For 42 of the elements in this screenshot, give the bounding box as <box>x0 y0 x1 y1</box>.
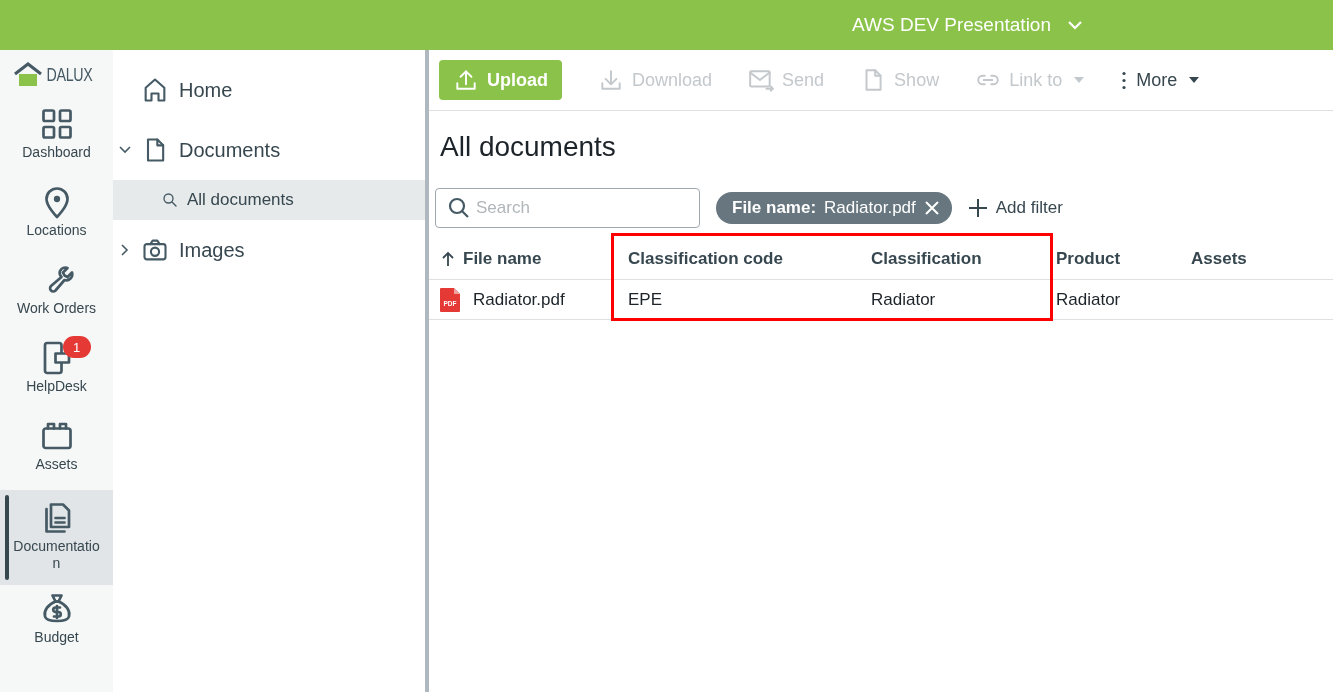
tree-item[interactable]: Home <box>113 60 425 120</box>
tree-label: Documents <box>179 138 281 163</box>
plus-icon <box>967 198 988 218</box>
tree-item[interactable]: Documents <box>113 120 425 180</box>
tree-item[interactable]: All documents <box>113 180 425 220</box>
more-button[interactable]: More <box>1108 60 1212 100</box>
logo-house-icon <box>13 62 43 88</box>
column-header[interactable]: Product <box>1048 245 1183 272</box>
page-title: All documents <box>440 130 616 164</box>
notification-badge: 1 <box>62 336 91 358</box>
search-icon <box>161 191 179 209</box>
filter-chip[interactable]: File name: Radiator.pdf <box>716 192 952 224</box>
mail-send-icon <box>748 67 775 93</box>
rail-item[interactable]: Budget <box>0 585 113 663</box>
tree-label: All documents <box>187 189 294 212</box>
table-cell-text: Radiator <box>871 288 936 311</box>
table-cell-text: EPE <box>628 288 663 311</box>
rail-item[interactable]: Assets <box>0 412 113 490</box>
file-name-link[interactable]: Radiator.pdf <box>473 286 565 313</box>
more-icon <box>1120 69 1129 91</box>
tree-item[interactable]: Images <box>113 220 425 280</box>
column-header[interactable]: Classification <box>863 245 1048 272</box>
rail-item[interactable]: 1 HelpDesk <box>0 334 113 412</box>
filter-value: Radiator.pdf <box>824 197 916 220</box>
search-icon <box>447 196 471 220</box>
rail-item[interactable]: Documentation <box>0 490 113 585</box>
rail-item[interactable]: Locations <box>0 178 113 256</box>
table-cell-text: Radiator <box>1056 288 1121 311</box>
column-header[interactable]: File name <box>429 245 620 272</box>
close-icon[interactable] <box>923 200 940 216</box>
add-filter-button[interactable]: Add filter <box>967 195 1063 221</box>
column-header[interactable]: Assets <box>1183 245 1323 272</box>
tree-label: Home <box>179 78 233 103</box>
tree-label: Images <box>179 238 245 263</box>
rail-item[interactable]: Dashboard <box>0 100 113 178</box>
rail-item[interactable]: Work Orders <box>0 256 113 334</box>
column-header[interactable]: Classification code <box>620 245 863 272</box>
filter-key: File name: <box>732 195 817 221</box>
search-field[interactable]: Search <box>435 188 700 228</box>
upload-icon <box>453 67 479 93</box>
logo-text: DALUX <box>46 62 93 87</box>
chevron-down-icon <box>1067 20 1083 30</box>
